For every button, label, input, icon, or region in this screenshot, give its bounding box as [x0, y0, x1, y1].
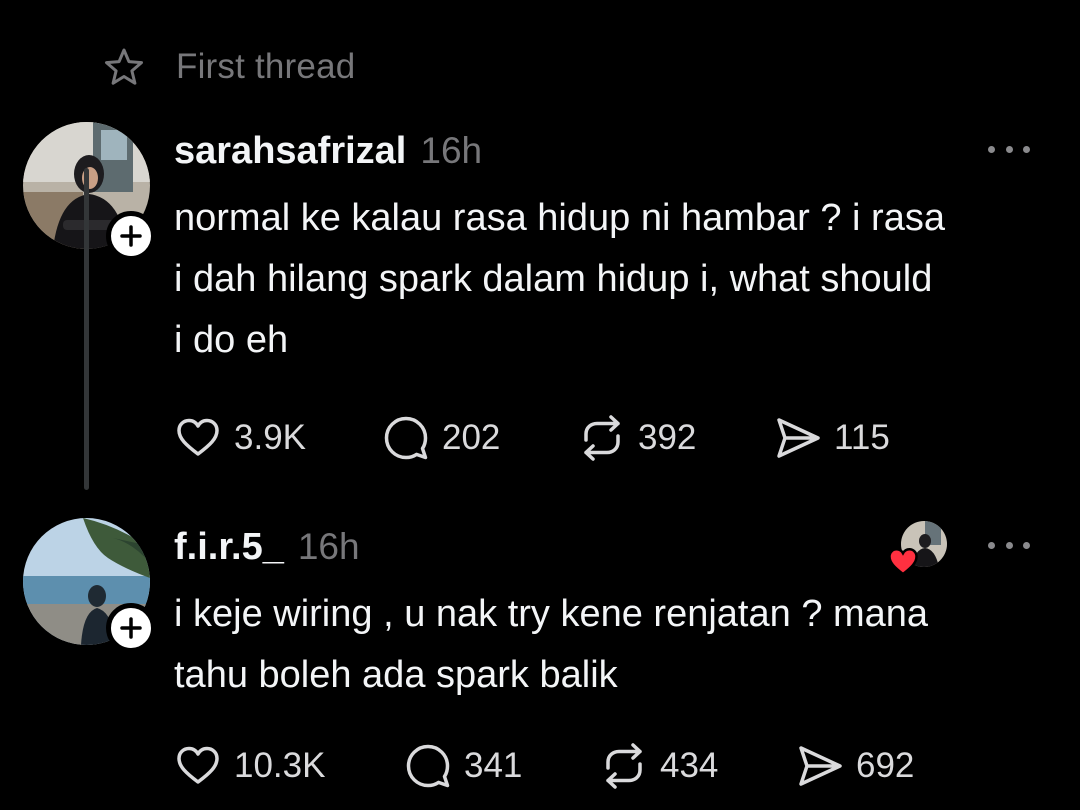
heart-icon	[177, 746, 219, 784]
thread-line	[84, 168, 89, 490]
repost-button[interactable]: 434	[600, 742, 796, 790]
dot-icon	[1023, 541, 1030, 549]
red-heart-icon	[887, 545, 919, 577]
dot-icon	[988, 145, 995, 153]
follow-button[interactable]	[106, 211, 156, 261]
like-count: 3.9K	[234, 418, 306, 457]
post-meta: f.i.r.5_ 16h	[174, 526, 360, 569]
repost-count: 392	[638, 418, 697, 457]
thread-header-label: First thread	[176, 47, 356, 86]
action-bar: 10.3K 341 434 692	[174, 742, 914, 790]
share-count: 692	[856, 746, 915, 785]
heart-icon	[177, 418, 219, 456]
reply-button[interactable]: 341	[404, 742, 600, 790]
like-button[interactable]: 3.9K	[174, 414, 382, 462]
post-text-line: i keje wiring , u nak try kene renjatan …	[174, 593, 929, 635]
like-button[interactable]: 10.3K	[174, 742, 404, 790]
dot-icon	[1005, 541, 1013, 549]
share-button[interactable]: 692	[796, 742, 914, 790]
plus-icon	[120, 617, 142, 639]
more-options-button[interactable]	[988, 142, 1030, 156]
repost-icon	[584, 415, 620, 461]
post-text-line: i do eh	[174, 319, 289, 361]
dot-icon	[1023, 145, 1030, 153]
reply-count: 341	[464, 746, 523, 785]
post-text-line: tahu boleh ada spark balik	[174, 654, 618, 696]
plus-icon	[120, 225, 142, 247]
like-count: 10.3K	[234, 746, 326, 785]
comment-icon	[406, 744, 450, 788]
share-count: 115	[834, 418, 890, 457]
post-text-line: normal ke kalau rasa hidup ni hambar ? i…	[174, 197, 945, 239]
username[interactable]: f.i.r.5_	[174, 526, 284, 569]
more-options-button[interactable]	[988, 538, 1030, 552]
reply-button[interactable]: 202	[382, 414, 578, 462]
thread-view: First thread sarahsafrizal 16h normal ke…	[0, 0, 1080, 810]
star-icon[interactable]	[104, 47, 144, 87]
timestamp: 16h	[420, 130, 483, 171]
reply-count: 202	[442, 418, 501, 457]
dot-icon	[988, 541, 995, 549]
send-icon	[777, 418, 820, 458]
username[interactable]: sarahsafrizal	[174, 130, 406, 173]
author-liked-indicator[interactable]	[887, 521, 949, 577]
follow-button[interactable]	[106, 603, 156, 653]
post-text-line: i dah hilang spark dalam hidup i, what s…	[174, 258, 933, 300]
action-bar: 3.9K 202 392 115	[174, 414, 890, 462]
send-icon	[799, 746, 842, 786]
timestamp: 16h	[297, 526, 360, 567]
repost-button[interactable]: 392	[578, 414, 774, 462]
comment-icon	[384, 416, 428, 460]
repost-count: 434	[660, 746, 719, 785]
dot-icon	[1005, 145, 1013, 153]
post-meta: sarahsafrizal 16h	[174, 130, 482, 173]
post-text: normal ke kalau rasa hidup ni hambar ? i…	[174, 188, 1054, 371]
share-button[interactable]: 115	[774, 414, 890, 462]
repost-icon	[606, 743, 642, 789]
post-text: i keje wiring , u nak try kene renjatan …	[174, 584, 1054, 706]
thread-header[interactable]: First thread	[104, 44, 355, 90]
